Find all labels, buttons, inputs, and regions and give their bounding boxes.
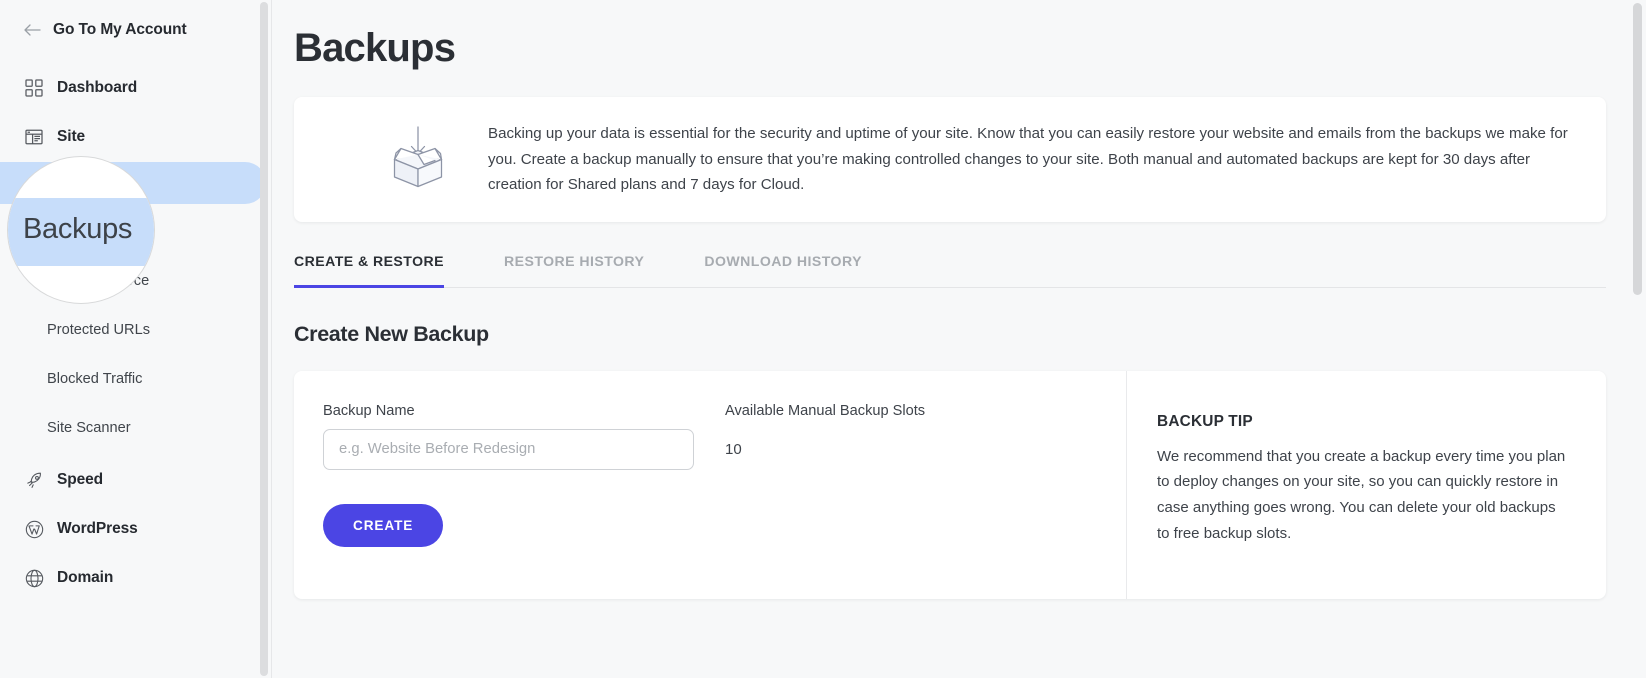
sidebar-item-site[interactable]: Site <box>0 117 271 157</box>
sidebar-scrollbar-thumb[interactable] <box>260 2 268 676</box>
sidebar-item-protected-urls-label: Protected URLs <box>47 322 150 338</box>
tab-download-history[interactable]: DOWNLOAD HISTORY <box>704 253 862 288</box>
create-backup-card: Backup Name Available Manual Backup Slot… <box>294 371 1606 599</box>
sidebar-item-site-label: Site <box>57 128 85 146</box>
available-slots-label: Available Manual Backup Slots <box>725 403 1126 419</box>
create-backup-form: Backup Name Available Manual Backup Slot… <box>294 371 1126 599</box>
sidebar-item-wordpress-label: WordPress <box>57 520 138 538</box>
sidebar-item-blocked-traffic[interactable]: Blocked Traffic <box>0 362 271 396</box>
sidebar-item-site-scanner-label: Site Scanner <box>47 420 131 436</box>
backup-name-field-group: Backup Name <box>323 403 725 470</box>
main-content: Backups Backin <box>272 0 1646 678</box>
backup-name-input[interactable] <box>323 429 694 470</box>
wordpress-icon <box>24 519 44 539</box>
main-scrollbar-thumb[interactable] <box>1633 3 1642 295</box>
available-slots-value: 10 <box>725 429 1126 470</box>
tab-restore-history[interactable]: RESTORE HISTORY <box>504 253 644 288</box>
form-field-row: Backup Name Available Manual Backup Slot… <box>323 403 1126 470</box>
section-title-create-new-backup: Create New Backup <box>294 322 1606 347</box>
sidebar-item-site-scanner[interactable]: Site Scanner <box>0 411 271 445</box>
browser-layout-icon <box>24 127 44 147</box>
tab-create-and-restore[interactable]: CREATE & RESTORE <box>294 253 444 288</box>
backup-name-label: Backup Name <box>323 403 725 419</box>
globe-icon <box>24 568 44 588</box>
sidebar-item-protected-urls[interactable]: Protected URLs <box>0 313 271 347</box>
page-title: Backups <box>294 26 1606 71</box>
rocket-icon <box>24 470 44 490</box>
sidebar-item-dashboard-label: Dashboard <box>57 79 137 97</box>
info-card-text: Backing up your data is essential for th… <box>488 121 1572 198</box>
sidebar: Go To My Account Dashboard <box>0 0 272 678</box>
sidebar-item-wordpress[interactable]: WordPress <box>0 509 271 549</box>
arrow-left-icon <box>24 23 41 37</box>
sidebar-inner: Go To My Account Dashboard <box>0 0 271 598</box>
go-to-my-account-link[interactable]: Go To My Account <box>0 14 271 46</box>
sidebar-item-speed-label: Speed <box>57 471 103 489</box>
sidebar-item-domain[interactable]: Domain <box>0 558 271 598</box>
sidebar-item-dashboard[interactable]: Dashboard <box>0 68 271 108</box>
available-slots-group: Available Manual Backup Slots 10 <box>725 403 1126 470</box>
sidebar-item-blocked-traffic-label: Blocked Traffic <box>47 371 142 387</box>
grid-icon <box>24 78 44 98</box>
sidebar-item-domain-label: Domain <box>57 569 113 587</box>
backup-tip-title: BACKUP TIP <box>1157 413 1572 431</box>
sidebar-item-speed[interactable]: Speed <box>0 460 271 500</box>
go-to-my-account-label: Go To My Account <box>53 21 187 39</box>
backup-tip-panel: BACKUP TIP We recommend that you create … <box>1126 371 1606 599</box>
open-box-download-icon <box>376 124 460 194</box>
magnifier-backups-label: Backups <box>23 213 132 246</box>
magnifier-lens: Backups <box>7 156 155 304</box>
info-card: Backing up your data is essential for th… <box>294 97 1606 222</box>
sidebar-scrollbar[interactable] <box>260 0 270 678</box>
main-padding-wrapper: Backups Backin <box>272 0 1646 599</box>
app-root: Go To My Account Dashboard <box>0 0 1646 678</box>
tabs-bar: CREATE & RESTORE RESTORE HISTORY DOWNLOA… <box>294 252 1606 288</box>
backup-tip-text: We recommend that you create a backup ev… <box>1157 444 1572 546</box>
create-button[interactable]: CREATE <box>323 504 443 547</box>
